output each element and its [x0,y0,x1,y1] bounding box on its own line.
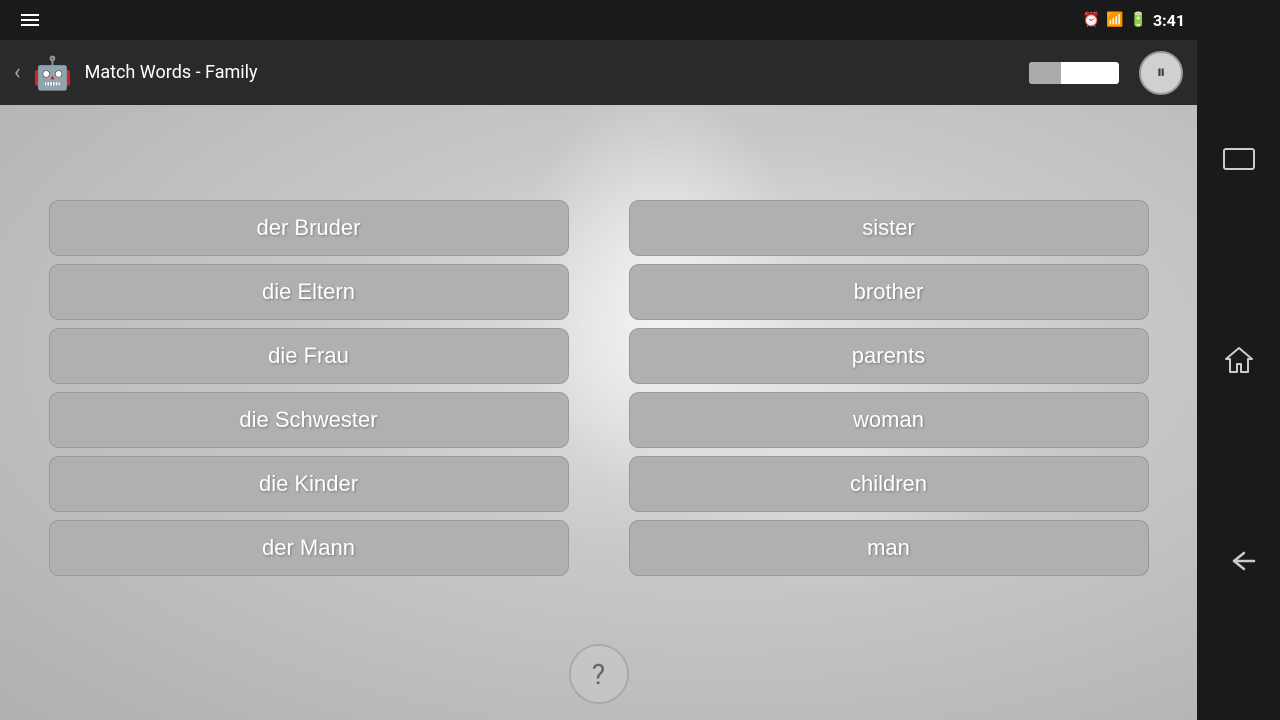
word-btn-parents[interactable]: parents [629,328,1149,384]
back-icon: ‹ [14,60,21,85]
back-button[interactable]: ‹ [14,60,21,85]
word-btn-children[interactable]: children [629,456,1149,512]
word-btn-brother[interactable]: brother [629,264,1149,320]
status-bar: ⏰ 📶 🔋 3:41 [0,0,1197,40]
progress-bar [1029,62,1119,84]
english-column: sister brother parents woman children ma… [629,200,1149,576]
help-icon: ? [592,658,605,691]
columns-wrapper: der Bruder die Eltern die Frau die Schwe… [49,200,1149,576]
word-btn-die-frau[interactable]: die Frau [49,328,569,384]
nav-icon-back[interactable] [1222,549,1256,573]
robot-icon: 🤖 [33,54,73,92]
pause-icon: ⏸ [1157,62,1166,83]
word-btn-man[interactable]: man [629,520,1149,576]
german-column: der Bruder die Eltern die Frau die Schwe… [49,200,569,576]
help-button[interactable]: ? [569,644,629,704]
nav-icon-home[interactable] [1224,346,1254,374]
status-icons: ⏰ 📶 🔋 3:41 [1083,11,1185,30]
top-bar: ‹ 🤖 Match Words - Family ⏸ [0,40,1197,105]
main-content: der Bruder die Eltern die Frau die Schwe… [0,105,1197,720]
nav-icon-screen[interactable] [1222,147,1256,171]
side-nav [1197,0,1280,720]
word-btn-der-mann[interactable]: der Mann [49,520,569,576]
word-btn-der-bruder[interactable]: der Bruder [49,200,569,256]
progress-fill [1029,62,1061,84]
hamburger-icon [21,14,39,26]
signal-icon: 📶 [1106,12,1123,28]
phone-area: ⏰ 📶 🔋 3:41 ‹ 🤖 Match Words - Family ⏸ [0,0,1197,720]
word-btn-die-kinder[interactable]: die Kinder [49,456,569,512]
alarm-icon: ⏰ [1083,12,1100,28]
app-icon: 🤖 [31,51,75,95]
word-btn-sister[interactable]: sister [629,200,1149,256]
word-btn-woman[interactable]: woman [629,392,1149,448]
status-time: 3:41 [1153,11,1185,30]
status-bar-left [0,0,60,40]
battery-icon: 🔋 [1130,12,1147,28]
pause-button[interactable]: ⏸ [1139,51,1183,95]
word-btn-die-eltern[interactable]: die Eltern [49,264,569,320]
word-btn-die-schwester[interactable]: die Schwester [49,392,569,448]
content-layout: der Bruder die Eltern die Frau die Schwe… [0,105,1197,720]
app-title: Match Words - Family [85,62,1019,83]
